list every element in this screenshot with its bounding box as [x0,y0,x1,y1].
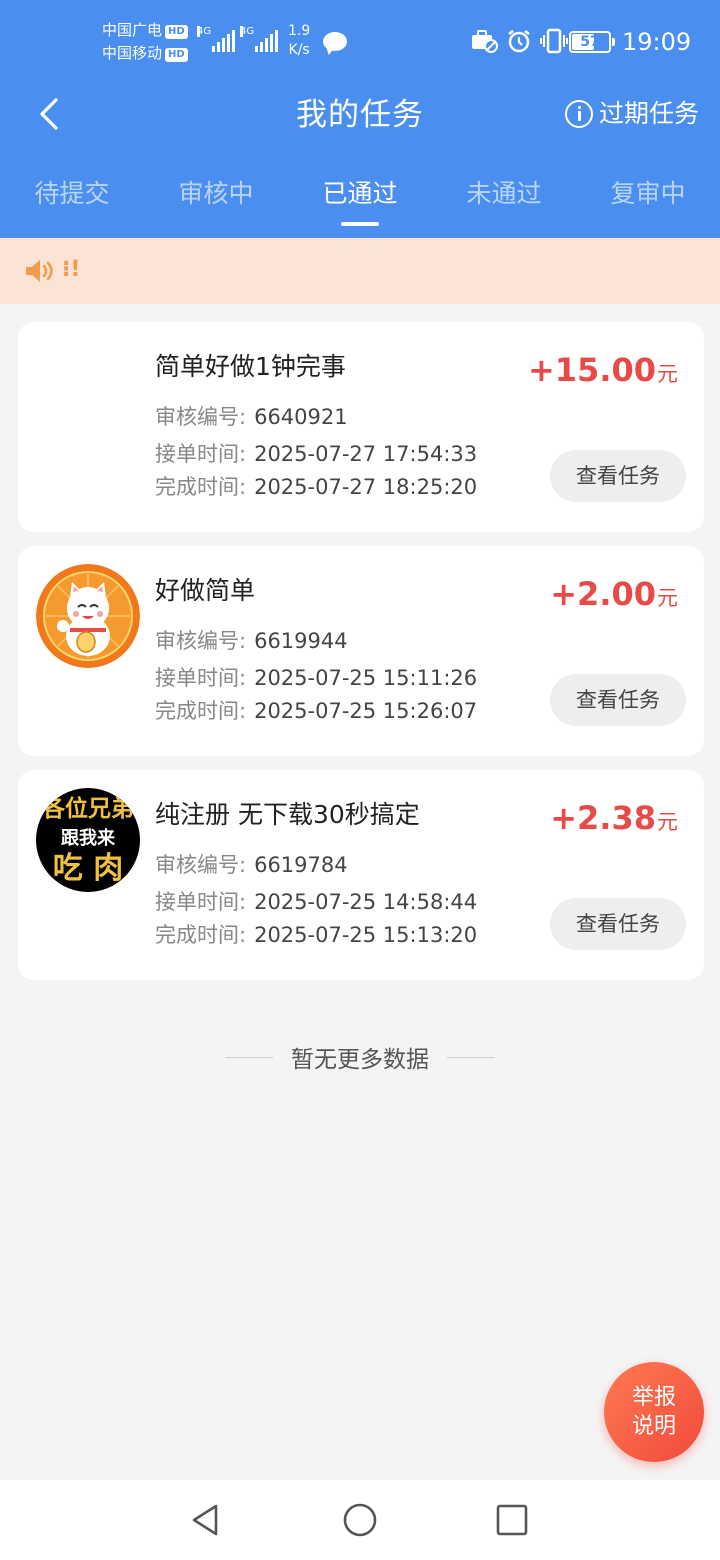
divider [225,1056,273,1058]
avatar-text-2: 跟我来 [61,828,115,849]
status-icons [470,28,568,54]
vibrate-icon [540,28,568,54]
carrier-2: 中国移动 [102,44,163,62]
no-more-data-label: 暂无更多数据 [291,1047,429,1073]
tab-under-review[interactable]: 审核中 [144,172,288,216]
task-reward: +2.00 元 [550,570,678,618]
reward-amount: +2.00 [550,575,656,613]
report-info-line2: 说明 [631,1414,676,1439]
task-avatar [36,564,140,668]
review-number: 6640921 [254,405,348,429]
task-name: 好做简单 [155,576,256,605]
reward-amount: +2.38 [550,799,656,837]
vpn-icon [472,30,498,53]
info-icon [565,100,593,128]
clock: 19:09 [622,28,692,56]
accept-time: 2025-07-25 15:11:26 [254,666,478,690]
review-number: 6619784 [254,853,348,877]
reward-unit: 元 [657,586,678,610]
alarm-icon [508,30,530,53]
reward-unit: 元 [657,362,678,386]
message-icon [323,32,347,51]
finish-time-row: 完成时间: 2025-07-27 18:25:20 [155,475,478,499]
tab-approved[interactable]: 已通过 [288,172,432,226]
review-number: 6619944 [254,629,348,653]
reward-unit: 元 [657,810,678,834]
signal-icon: 4G [240,26,278,52]
task-reward: +15.00 元 [528,346,678,394]
finish-time: 2025-07-25 15:13:20 [254,923,478,947]
net-type-label: 4G [197,26,212,37]
view-task-button[interactable]: 查看任务 [550,674,686,726]
signal-icon: 4G [197,26,235,52]
accept-time: 2025-07-27 17:54:33 [254,442,478,466]
notice-bar [0,238,720,304]
accept-time-row: 接单时间: 2025-07-25 14:58:44 [155,890,478,914]
finish-time: 2025-07-25 15:26:07 [254,699,478,723]
tab-re-review[interactable]: 复审中 [576,172,720,216]
net-type-label: 4G [240,26,255,37]
review-number-row: 审核编号: 6640921 [155,405,348,429]
expired-tasks-label: 过期任务 [599,99,700,128]
hd-badge: HD [165,48,188,62]
task-card[interactable]: 好做简单 +2.00 元 审核编号: 6619944 接单时间: 2025-07-25… [18,546,704,756]
status-bar: 中国广电 HD 中国移动 HD 4G 4G 1.9 K/s 57 19:09 [0,0,720,84]
review-number-row: 审核编号: 6619784 [155,853,348,877]
finish-time-row: 完成时间: 2025-07-25 15:13:20 [155,923,478,947]
status-tabs: 待提交 审核中 已通过 未通过 复审中 [0,172,720,226]
avatar-text-1: 各位兄弟 [42,796,134,822]
notice-text: ⁝! [62,257,81,282]
battery-icon: 57 [569,31,615,53]
nav-back-icon[interactable] [188,1502,224,1538]
task-card[interactable]: 各位兄弟 跟我来 吃 肉 纯注册 无下载30秒搞定 +2.38 元 审核编号: 66… [18,770,704,980]
nav-recents-icon[interactable] [494,1502,530,1538]
finish-time-row: 完成时间: 2025-07-25 15:26:07 [155,699,478,723]
accept-time: 2025-07-25 14:58:44 [254,890,478,914]
hd-badge: HD [165,25,188,39]
report-info-line1: 举报 [631,1385,676,1410]
accept-time-row: 接单时间: 2025-07-25 15:11:26 [155,666,478,690]
speaker-icon [26,260,53,282]
avatar-text-3: 吃 肉 [52,851,124,886]
accept-time-row: 接单时间: 2025-07-27 17:54:33 [155,442,478,466]
view-task-button[interactable]: 查看任务 [550,450,686,502]
tab-rejected[interactable]: 未通过 [432,172,576,216]
task-name: 简单好做1钟完事 [155,352,346,381]
reward-amount: +15.00 [527,351,656,389]
review-number-row: 审核编号: 6619944 [155,629,348,653]
carrier-info: 中国广电 HD 中国移动 HD [102,19,188,65]
task-reward: +2.38 元 [550,794,678,842]
expired-tasks-link[interactable]: 过期任务 [565,96,699,132]
lucky-cat-icon [36,564,140,668]
divider [447,1056,495,1058]
net-speed: 1.9 K/s [288,23,311,58]
task-avatar: 各位兄弟 跟我来 吃 肉 [36,788,140,892]
task-name: 纯注册 无下载30秒搞定 [155,800,420,829]
app-header: 中国广电 HD 中国移动 HD 4G 4G 1.9 K/s 57 19:09 我的任… [0,0,720,238]
tab-pending-submit[interactable]: 待提交 [0,172,144,216]
no-more-data: 暂无更多数据 [0,1038,720,1076]
system-nav-bar [0,1480,720,1560]
task-card[interactable]: 简单好做1钟完事 +15.00 元 审核编号: 6640921 接单时间: 2025-… [18,322,704,532]
nav-home-icon[interactable] [342,1502,378,1538]
finish-time: 2025-07-27 18:25:20 [254,475,478,499]
carrier-1: 中国广电 [102,21,163,39]
report-info-button[interactable]: 举报 说明 [604,1362,704,1462]
view-task-button[interactable]: 查看任务 [550,898,686,950]
